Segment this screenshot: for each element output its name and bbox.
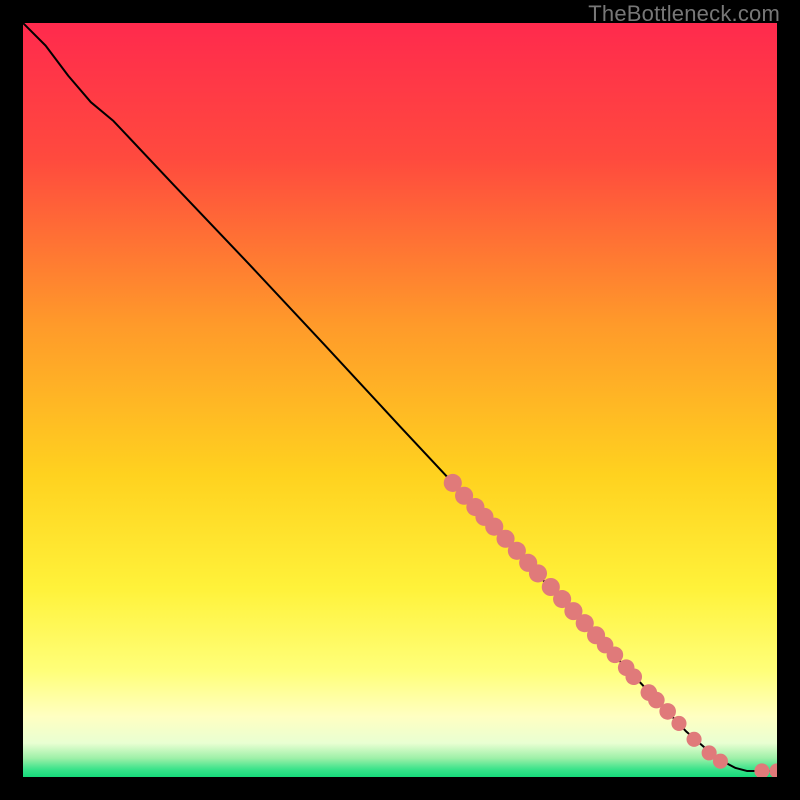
- chart-stage: TheBottleneck.com: [0, 0, 800, 800]
- data-marker: [687, 732, 702, 747]
- chart-plot-area: [23, 23, 777, 777]
- data-marker: [713, 754, 728, 769]
- data-marker: [529, 564, 547, 582]
- data-marker: [671, 716, 686, 731]
- chart-background: [23, 23, 777, 777]
- data-marker: [607, 647, 624, 664]
- data-marker: [625, 668, 642, 685]
- chart-svg: [23, 23, 777, 777]
- data-marker: [659, 703, 676, 720]
